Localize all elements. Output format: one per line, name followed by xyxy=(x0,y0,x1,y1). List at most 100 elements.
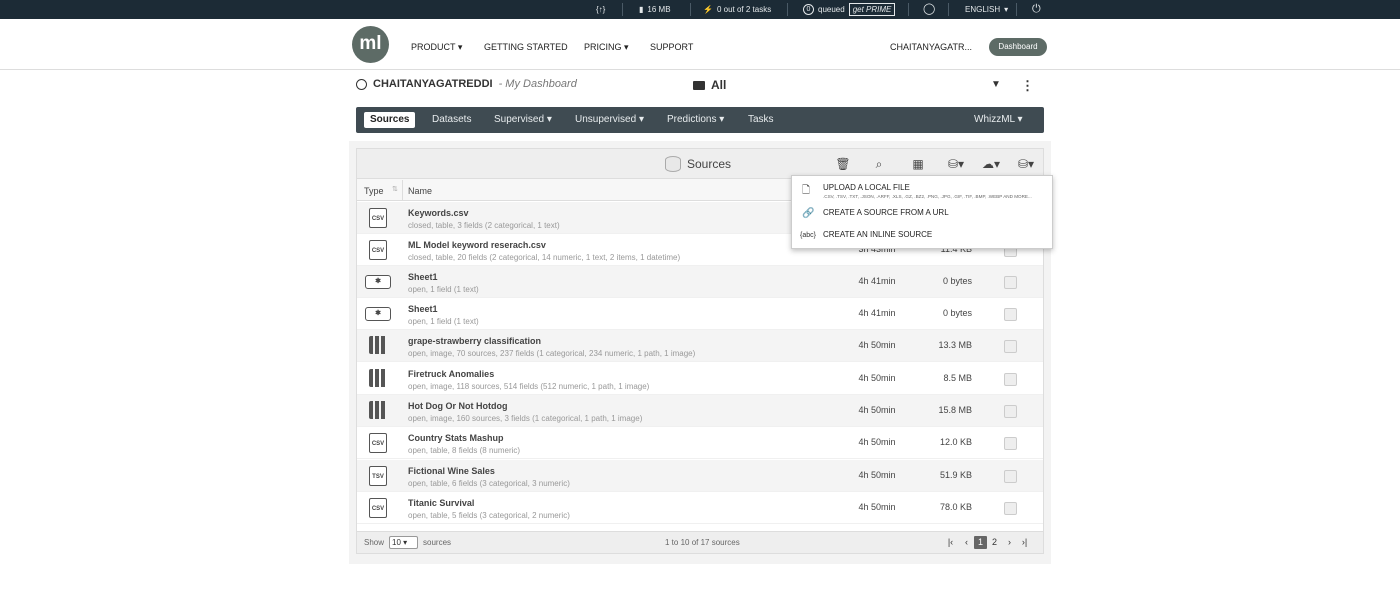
more-options-icon[interactable]: ⋮ xyxy=(1021,78,1034,94)
column-name-header[interactable]: Name xyxy=(408,186,432,196)
source-name[interactable]: ML Model keyword reserach.csv xyxy=(408,240,546,250)
csv-file-icon: CSV xyxy=(369,498,387,518)
row-checkbox[interactable] xyxy=(1004,373,1017,386)
tab-datasets[interactable]: Datasets xyxy=(432,107,471,133)
get-prime-button[interactable]: get PRIME xyxy=(848,3,896,16)
top-status-bar: {↑} ▮ 16 MB ⚡ 0 out of 2 tasks 0 queued … xyxy=(0,0,1400,19)
caret-down-icon: ▾ xyxy=(624,42,629,52)
row-checkbox[interactable] xyxy=(1004,276,1017,289)
bigml-logo[interactable]: ml xyxy=(352,26,389,63)
next-page-icon[interactable]: › xyxy=(1003,536,1016,549)
language-selector[interactable]: ENGLISH ▾ xyxy=(965,0,1008,19)
tasks-indicator[interactable]: ⚡ 0 out of 2 tasks xyxy=(703,0,771,19)
table-row[interactable]: CSV Country Stats Mashup open, table, 8 … xyxy=(357,427,1043,459)
source-description: open, table, 8 fields (8 numeric) xyxy=(408,446,521,455)
table-row[interactable]: Hot Dog Or Not Hotdog open, image, 160 s… xyxy=(357,395,1043,427)
source-add-icon[interactable]: ⛁▾ xyxy=(1012,154,1040,174)
first-page-icon[interactable]: |‹ xyxy=(944,536,957,549)
database-add-icon[interactable]: ⛁▾ xyxy=(942,154,970,174)
source-size: 15.8 MB xyxy=(938,405,972,415)
tab-sources[interactable]: Sources xyxy=(364,112,416,128)
menu-item-label: UPLOAD A LOCAL FILE xyxy=(823,183,910,192)
resource-tabs: Sources Datasets Supervised ▾ Unsupervis… xyxy=(356,107,1044,133)
page-2[interactable]: 2 xyxy=(988,536,1001,549)
row-checkbox[interactable] xyxy=(1004,340,1017,353)
folder-selector[interactable]: All xyxy=(693,78,726,92)
prev-page-icon[interactable]: ‹ xyxy=(960,536,973,549)
source-name[interactable]: Sheet1 xyxy=(408,272,438,282)
tab-supervised[interactable]: Supervised ▾ xyxy=(494,107,552,133)
row-checkbox[interactable] xyxy=(1004,308,1017,321)
api-badge[interactable]: {↑} xyxy=(596,0,605,19)
source-name[interactable]: Hot Dog Or Not Hotdog xyxy=(408,401,507,411)
sort-icon[interactable]: ⇅ xyxy=(392,185,398,193)
menu-item-label: CREATE A SOURCE FROM A URL xyxy=(823,208,949,217)
column-type-header[interactable]: Type xyxy=(364,186,384,196)
search-icon[interactable]: ⌕ xyxy=(865,154,893,174)
source-name[interactable]: Sheet1 xyxy=(408,304,438,314)
dashboard-user-line: CHAITANYAGATREDDI - My Dashboard xyxy=(356,78,577,90)
last-page-icon[interactable]: ›| xyxy=(1018,536,1031,549)
row-checkbox[interactable] xyxy=(1004,470,1017,483)
menu-item-source-from-url[interactable]: 🔗 CREATE A SOURCE FROM A URL xyxy=(792,204,1052,226)
source-size: 51.9 KB xyxy=(939,470,972,480)
nav-getting-started[interactable]: GETTING STARTED xyxy=(484,19,568,75)
power-icon[interactable]: ⏻ xyxy=(1032,0,1041,19)
source-name[interactable]: Fictional Wine Sales xyxy=(408,466,495,476)
tab-predictions[interactable]: Predictions ▾ xyxy=(667,107,724,133)
file-type-label: CSV xyxy=(370,504,386,514)
tab-supervised-label: Supervised xyxy=(494,114,545,125)
source-name[interactable]: Country Stats Mashup xyxy=(408,433,504,443)
caret-down-icon: ▾ xyxy=(638,114,644,125)
nav-product[interactable]: PRODUCT ▾ xyxy=(411,19,462,75)
chat-icon[interactable]: ◯ xyxy=(923,0,935,19)
source-name[interactable]: Firetruck Anomalies xyxy=(408,369,494,379)
show-label: Show xyxy=(364,538,385,547)
tab-whizzml[interactable]: WhizzML ▾ xyxy=(974,107,1023,133)
table-row[interactable]: Firetruck Anomalies open, image, 118 sou… xyxy=(357,363,1043,395)
csv-file-icon: CSV xyxy=(369,240,387,260)
nav-pricing-label: PRICING xyxy=(584,42,622,52)
dashboard-button[interactable]: Dashboard xyxy=(989,38,1047,56)
table-row[interactable]: ✱ Sheet1 open, 1 field (1 text) 4h 41min… xyxy=(357,266,1043,298)
row-checkbox[interactable] xyxy=(1004,405,1017,418)
row-checkbox[interactable] xyxy=(1004,437,1017,450)
caret-down-icon: ▾ xyxy=(546,114,552,125)
nav-pricing[interactable]: PRICING ▾ xyxy=(584,19,629,75)
image-composite-icon xyxy=(369,401,387,419)
menu-item-upload-local-file[interactable]: 🗋 UPLOAD A LOCAL FILE .CSV, .TSV, .TXT, … xyxy=(792,179,1052,205)
table-row[interactable]: CSV Titanic Survival open, table, 5 fiel… xyxy=(357,492,1043,524)
tab-unsupervised[interactable]: Unsupervised ▾ xyxy=(575,107,644,133)
folder-caret-icon[interactable]: ▼ xyxy=(991,79,1001,90)
sheet-icon: ✱ xyxy=(365,275,391,289)
source-age: 4h 50min xyxy=(858,373,896,383)
page-1[interactable]: 1 xyxy=(974,536,987,549)
table-row[interactable]: grape-strawberry classification open, im… xyxy=(357,330,1043,362)
trash-icon[interactable]: 🗑 xyxy=(829,154,857,174)
caret-down-icon: ▾ xyxy=(719,114,725,125)
tsv-file-icon: TSV xyxy=(369,466,387,486)
source-age: 4h 50min xyxy=(858,502,896,512)
source-name[interactable]: Keywords.csv xyxy=(408,208,469,218)
tab-tasks[interactable]: Tasks xyxy=(748,107,774,133)
cloud-add-icon[interactable]: ☁▾ xyxy=(977,154,1005,174)
user-menu[interactable]: CHAITANYAGATR... xyxy=(890,19,972,75)
dashboard-username[interactable]: CHAITANYAGATREDDI xyxy=(373,78,493,90)
page-size-select[interactable]: 10 ▾ xyxy=(389,536,418,549)
image-composite-icon xyxy=(369,336,387,354)
nav-support[interactable]: SUPPORT xyxy=(650,19,693,75)
image-composite-add-icon[interactable]: ▦ xyxy=(904,154,932,174)
menu-item-inline-source[interactable]: {abc} CREATE AN INLINE SOURCE xyxy=(792,226,1052,248)
caret-down-icon: ▾ xyxy=(457,42,463,52)
source-description: open, image, 160 sources, 3 fields (1 ca… xyxy=(408,414,643,423)
source-name[interactable]: Titanic Survival xyxy=(408,498,474,508)
source-size: 8.5 MB xyxy=(943,373,972,383)
row-checkbox[interactable] xyxy=(1004,502,1017,515)
table-row[interactable]: TSV Fictional Wine Sales open, table, 6 … xyxy=(357,460,1043,492)
source-name[interactable]: grape-strawberry classification xyxy=(408,336,541,346)
tasks-label: 0 out of 2 tasks xyxy=(716,5,772,14)
menu-item-sublabel: .CSV, .TSV, .TXT, .JSON, .ARFF, .XLS, .G… xyxy=(823,194,1032,199)
file-icon: 🗋 xyxy=(802,185,811,196)
table-row[interactable]: ✱ Sheet1 open, 1 field (1 text) 4h 41min… xyxy=(357,298,1043,330)
folder-icon xyxy=(693,80,705,90)
